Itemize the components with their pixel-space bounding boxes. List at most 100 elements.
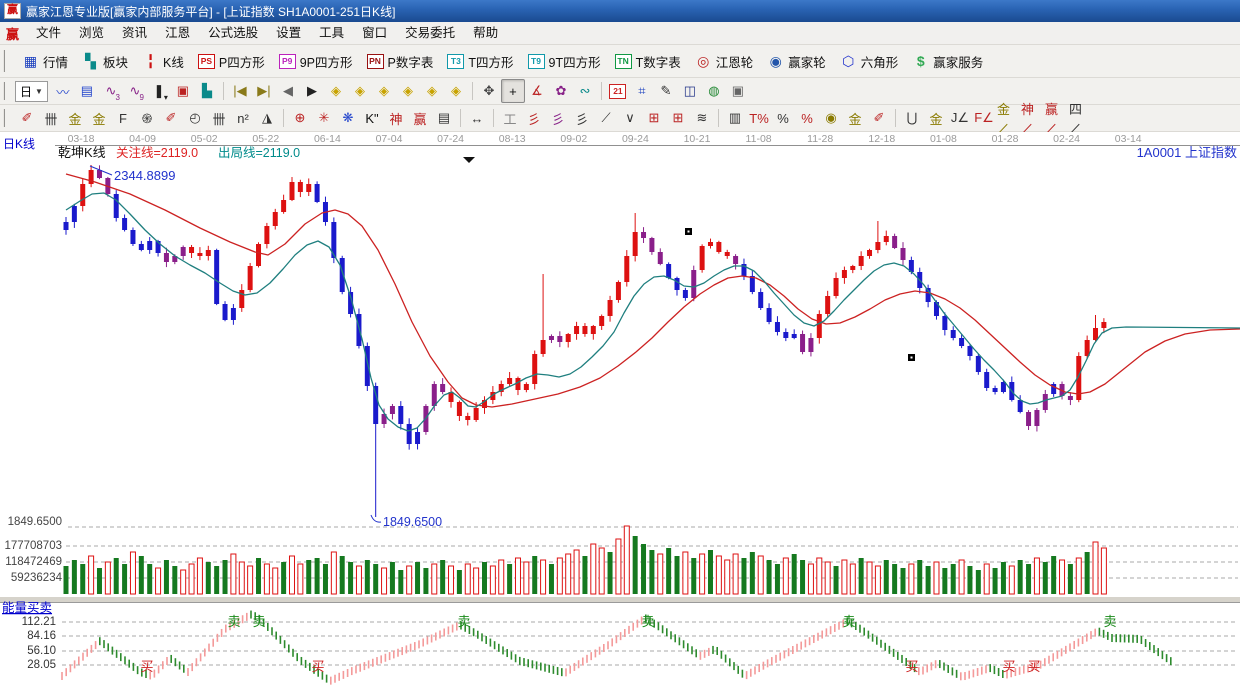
win-angle-icon[interactable]: 赢∠ xyxy=(1044,102,1068,136)
measure-width-icon[interactable]: ↔ xyxy=(465,106,489,130)
p-number-table-button[interactable]: PN P数字表 xyxy=(360,49,441,74)
gold-lines-icon[interactable]: 金 xyxy=(843,106,867,130)
gann-draw-icon[interactable]: ✿ xyxy=(549,79,573,103)
gold-grid2-icon[interactable]: 金 xyxy=(87,106,111,130)
volume-profile-icon[interactable]: ▙ xyxy=(195,79,219,103)
go-next-icon[interactable]: ▶ xyxy=(300,79,324,103)
four-angle-icon[interactable]: 四∠ xyxy=(1068,102,1092,136)
menu-formula-picker[interactable]: 公式选股 xyxy=(199,26,267,40)
hexagon-button[interactable]: ⬡ 六角形 xyxy=(833,49,906,74)
gann-wheel-button[interactable]: ◎ 江恩轮 xyxy=(688,49,761,74)
kline-button[interactable]: ╏ K线 xyxy=(135,49,191,74)
ruler-grid2-icon[interactable]: 卌 xyxy=(207,106,231,130)
t-square-button[interactable]: T3 T四方形 xyxy=(440,49,520,74)
star-grid-icon[interactable]: ✳ xyxy=(312,106,336,130)
sub-indicator-label[interactable]: 能量买卖 xyxy=(2,601,52,615)
win-grid-icon[interactable]: 赢 xyxy=(408,106,432,130)
t-number-table-button[interactable]: TN T数字表 xyxy=(608,49,688,74)
ruler-123-icon[interactable]: ▤ xyxy=(432,106,456,130)
v-wave-icon[interactable]: ∨ xyxy=(618,106,642,130)
brush-icon[interactable]: ✐ xyxy=(15,106,39,130)
toolbar-grip[interactable] xyxy=(3,108,11,128)
nine-t-square-button[interactable]: T9 9T四方形 xyxy=(521,49,608,74)
wave9-icon[interactable]: ∿ 9 xyxy=(123,79,147,103)
candle-style-dropdown[interactable]: ❚ ▾ xyxy=(147,79,171,103)
wave-draw-icon[interactable]: ∾ xyxy=(573,79,597,103)
title-bar[interactable]: 赢 赢家江恩专业版[赢家内部服务平台] - [上证指数 SH1A0001-251… xyxy=(0,0,1240,22)
percent-bars-icon[interactable]: ▥ xyxy=(723,106,747,130)
calculator-icon[interactable]: ⌗ xyxy=(630,79,654,103)
diamond-expand-icon[interactable]: ◈ xyxy=(348,79,372,103)
time-circle-icon[interactable]: ◴ xyxy=(183,106,207,130)
toolbar-grip[interactable] xyxy=(3,49,11,73)
fan-box-purple-icon[interactable]: 彡 xyxy=(546,106,570,130)
diamond-hfit-icon[interactable]: ◈ xyxy=(372,79,396,103)
menu-trade[interactable]: 交易委托 xyxy=(396,26,464,40)
gold-angle-icon[interactable]: 金∠ xyxy=(996,102,1020,136)
gold-grid1-icon[interactable]: 金 xyxy=(63,106,87,130)
chart-canvas[interactable]: 03-18 04-09 05-02 05-22 06-14 07-04 07-24 08-13… xyxy=(0,132,1240,685)
f-grid-icon[interactable]: F xyxy=(111,106,135,130)
diamond-8way-icon[interactable]: ◈ xyxy=(420,79,444,103)
report-edit-icon[interactable]: ✎ xyxy=(654,79,678,103)
go-first-icon[interactable]: |◀ xyxy=(228,79,252,103)
diamond-4way-icon[interactable]: ◈ xyxy=(396,79,420,103)
n2-grid-icon[interactable]: n² xyxy=(231,106,255,130)
percent-icon[interactable]: % xyxy=(771,106,795,130)
menu-news[interactable]: 资讯 xyxy=(113,26,156,40)
j-angle-icon[interactable]: J∠ xyxy=(948,106,972,130)
menu-settings[interactable]: 设置 xyxy=(267,26,310,40)
wave3-icon[interactable]: ∿ 3 xyxy=(99,79,123,103)
workstation-icon[interactable]: ▣ xyxy=(726,79,750,103)
notepad-icon[interactable]: ▤ xyxy=(75,79,99,103)
quotes-button[interactable]: ▦ 行情 xyxy=(15,49,75,74)
sectors-button[interactable]: ▚ 板块 xyxy=(75,49,135,74)
angle-measure-icon[interactable]: ∡ xyxy=(525,79,549,103)
p-square-button[interactable]: PS P四方形 xyxy=(191,49,272,74)
chan-overlay-icon[interactable]: 〰 xyxy=(51,79,75,103)
gold-circle-icon[interactable]: ◉ xyxy=(819,106,843,130)
menu-help[interactable]: 帮助 xyxy=(464,26,507,40)
go-prev-icon[interactable]: ◀ xyxy=(276,79,300,103)
web-grid-icon[interactable]: ❋ xyxy=(336,106,360,130)
ruler-grid-icon[interactable]: 卌 xyxy=(39,106,63,130)
menu-window[interactable]: 窗口 xyxy=(353,26,396,40)
cup-line-icon[interactable]: ⋃ xyxy=(900,106,924,130)
toolbar-grip[interactable] xyxy=(3,81,11,101)
trend-lines-icon[interactable]: ⟋ xyxy=(594,106,618,130)
angle-ruler-icon[interactable]: ◮ xyxy=(255,106,279,130)
winner-wheel-button[interactable]: ◉ 赢家轮 xyxy=(760,49,833,74)
red-grid1-icon[interactable]: ⊞ xyxy=(642,106,666,130)
gold-redline-icon[interactable]: 金 xyxy=(924,106,948,130)
nine-p-square-button[interactable]: P9 9P四方形 xyxy=(272,49,360,74)
brush-chart-icon[interactable]: ✐ xyxy=(159,106,183,130)
pattern-box-icon[interactable]: ▣ xyxy=(171,79,195,103)
target-cross-icon[interactable]: ⊕ xyxy=(288,106,312,130)
winner-service-button[interactable]: $ 赢家服务 xyxy=(905,49,990,74)
diamond-compress-icon[interactable]: ◈ xyxy=(324,79,348,103)
web-export-icon[interactable]: ◍ xyxy=(702,79,726,103)
fan-box-dark-icon[interactable]: 彡 xyxy=(570,106,594,130)
menu-gann[interactable]: 江恩 xyxy=(156,26,199,40)
red-grid2-icon[interactable]: ⊞ xyxy=(666,106,690,130)
brush-flag-icon[interactable]: ✐ xyxy=(867,106,891,130)
hand-pan-icon[interactable]: ✥ xyxy=(477,79,501,103)
spiral-icon[interactable]: ֍ xyxy=(135,106,159,130)
shen-grid-icon[interactable]: 神 xyxy=(384,106,408,130)
go-last-icon[interactable]: ▶| xyxy=(252,79,276,103)
save-icon[interactable]: ◫ xyxy=(678,79,702,103)
menu-browse[interactable]: 浏览 xyxy=(70,26,113,40)
diamond-reset-icon[interactable]: ◈ xyxy=(444,79,468,103)
k-quote-icon[interactable]: K" xyxy=(360,106,384,130)
fan-red-icon[interactable]: 彡 xyxy=(522,106,546,130)
frame-tool-icon[interactable]: 工 xyxy=(498,106,522,130)
period-dropdown[interactable]: 日 ▼ xyxy=(15,80,48,102)
menu-tools[interactable]: 工具 xyxy=(310,26,353,40)
crosshair-icon[interactable]: + xyxy=(500,79,525,103)
shen-angle-icon[interactable]: 神∠ xyxy=(1020,102,1044,136)
t-percent-icon[interactable]: T% xyxy=(747,106,771,130)
f-angle-icon[interactable]: F∠ xyxy=(972,106,996,130)
parallel-lines-icon[interactable]: ≋ xyxy=(690,106,714,130)
calendar-icon[interactable]: 21 xyxy=(606,79,630,103)
menu-file[interactable]: 文件 xyxy=(27,26,70,40)
